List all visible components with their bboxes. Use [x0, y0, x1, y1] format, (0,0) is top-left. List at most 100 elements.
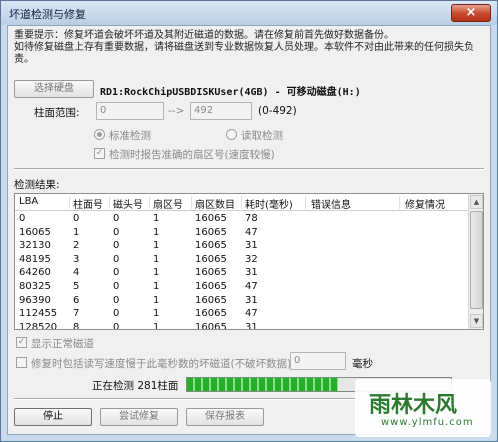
table-cell: 16065	[195, 226, 227, 238]
scroll-down-icon[interactable]: ▼	[470, 314, 483, 328]
scroll-thumb[interactable]	[470, 211, 483, 309]
section-divider	[14, 168, 484, 170]
table-cell: 80325	[19, 280, 51, 292]
results-table-body: 0 0 0 1 16065 78 16065 1 0 1 16065 47 32130 2 0 1 16065 3…	[15, 212, 469, 330]
watermark-url: www.ylmfu.com	[381, 417, 474, 428]
save-report-button[interactable]: 保存报表	[186, 408, 264, 426]
table-row[interactable]: 32130 2 0 1 16065 31	[15, 239, 469, 253]
table-cell: 128520	[19, 321, 58, 330]
site-watermark: 雨林木风 www.ylmfu.com	[355, 379, 491, 437]
table-cell: 0	[113, 280, 120, 292]
table-cell: 1	[153, 321, 160, 330]
ms-unit-label: 毫秒	[352, 358, 373, 370]
show-normal-checkbox[interactable]: ✓	[16, 337, 27, 348]
status-text: 正在检测 281柱面	[92, 380, 179, 392]
standard-check-label: 标准检测	[109, 130, 151, 142]
table-cell: 3	[73, 253, 80, 265]
read-check-radio[interactable]	[226, 129, 237, 140]
table-cell: 7	[73, 308, 80, 320]
table-cell: 8	[73, 321, 80, 330]
table-cell: 16065	[195, 308, 227, 320]
table-cell: 96390	[19, 294, 51, 306]
notice-line-3: 责。	[14, 54, 34, 65]
col-header-head[interactable]: 磁头号	[113, 196, 143, 211]
table-cell: 1	[153, 267, 160, 279]
table-cell: 1	[153, 280, 160, 292]
table-cell: 31	[245, 240, 258, 252]
cylinder-from-input[interactable]: 0	[96, 102, 164, 120]
table-row[interactable]: 96390 6 0 1 16065 31	[15, 294, 469, 308]
read-check-label: 读取检测	[241, 130, 283, 142]
table-cell: 5	[73, 280, 80, 292]
repair-slow-label: 修复时包括读写速度慢于此毫秒数的坏磁道(不破坏数据):	[31, 358, 295, 370]
table-cell: 6	[73, 294, 80, 306]
notice-line-2: 如待修复磁盘上存有重要数据，请将磁盘送到专业数据恢复人员处理。本软件不对由此带来…	[14, 42, 474, 53]
results-scrollbar[interactable]: ▲ ▼	[468, 194, 483, 329]
standard-check-radio[interactable]	[94, 129, 105, 140]
table-cell: 1	[73, 226, 80, 238]
table-row[interactable]: 16065 1 0 1 16065 47	[15, 226, 469, 240]
table-cell: 0	[113, 240, 120, 252]
table-cell: 0	[113, 213, 120, 224]
warning-notice: 重要提示：修复坏道会破坏坏道及其附近磁道的数据。请在修复前首先做好数据备份。 如…	[14, 30, 484, 66]
table-cell: 47	[245, 226, 258, 238]
table-cell: 16065	[195, 240, 227, 252]
report-sector-checkbox[interactable]: ✓	[94, 148, 105, 159]
close-button[interactable]: ×	[451, 4, 491, 22]
table-row[interactable]: 64260 4 0 1 16065 31	[15, 266, 469, 280]
table-cell: 1	[153, 294, 160, 306]
table-cell: 31	[245, 321, 258, 330]
table-cell: 0	[113, 294, 120, 306]
table-cell: 47	[245, 280, 258, 292]
table-row[interactable]: 128520 8 0 1 16065 31	[15, 321, 469, 330]
table-cell: 16065	[195, 253, 227, 265]
table-cell: 16065	[19, 226, 51, 238]
table-cell: 1	[153, 240, 160, 252]
watermark-logo: 雨林木风	[369, 393, 458, 418]
table-cell: 0	[113, 226, 120, 238]
col-header-sector[interactable]: 扇区号	[153, 196, 183, 211]
table-cell: 0	[19, 213, 26, 224]
table-cell: 0	[73, 213, 80, 224]
table-cell: 31	[245, 294, 258, 306]
table-cell: 31	[245, 267, 258, 279]
table-cell: 48195	[19, 253, 51, 265]
slow-threshold-input[interactable]: 0	[290, 352, 346, 370]
dialog-client-area: 重要提示：修复坏道会破坏坏道及其附近磁道的数据。请在修复前首先做好数据备份。 如…	[7, 25, 491, 435]
col-header-error[interactable]: 错误信息	[311, 196, 351, 211]
results-table[interactable]: LBA 柱面号 磁头号 扇区号 扇区数目 耗时(毫秒) 错误信息 修复情况 00…	[14, 193, 484, 330]
table-row[interactable]: 112455 7 0 1 16065 47	[15, 307, 469, 321]
table-cell: 16065	[195, 280, 227, 292]
cylinder-to-input[interactable]: 492	[190, 102, 252, 120]
col-header-sector-count[interactable]: 扇区数目	[195, 196, 235, 211]
scroll-up-icon[interactable]: ▲	[470, 195, 483, 209]
table-cell: 16065	[195, 213, 227, 224]
repair-slow-checkbox[interactable]	[16, 357, 27, 368]
table-cell: 0	[113, 321, 120, 330]
table-cell: 1	[153, 226, 160, 238]
cylinder-range-label: 柱面范围:	[34, 107, 80, 119]
notice-line-1: 重要提示：修复坏道会破坏坏道及其附近磁道的数据。请在修复前首先做好数据备份。	[14, 30, 394, 41]
table-cell: 16065	[195, 294, 227, 306]
select-disk-button[interactable]: 选择硬盘	[14, 80, 94, 98]
col-header-lba[interactable]: LBA	[19, 196, 38, 207]
table-cell: 1	[153, 253, 160, 265]
table-cell: 47	[245, 308, 258, 320]
table-cell: 0	[113, 267, 120, 279]
col-header-time[interactable]: 耗时(毫秒)	[245, 196, 293, 211]
scan-progress-fill	[187, 378, 338, 391]
title-bar[interactable]: 坏道检测与修复 ×	[1, 1, 497, 25]
window-title: 坏道检测与修复	[9, 8, 86, 21]
table-row[interactable]: 0 0 0 1 16065 78	[15, 212, 469, 226]
range-arrow: -->	[168, 105, 185, 117]
try-repair-button[interactable]: 尝试修复	[100, 408, 178, 426]
table-cell: 16065	[195, 267, 227, 279]
table-row[interactable]: 80325 5 0 1 16065 47	[15, 280, 469, 294]
stop-button[interactable]: 停止	[14, 408, 92, 426]
col-header-repair[interactable]: 修复情况	[405, 196, 445, 211]
col-header-cylinder[interactable]: 柱面号	[73, 196, 103, 211]
show-normal-label: 显示正常磁道	[31, 338, 94, 350]
table-row[interactable]: 48195 3 0 1 16065 32	[15, 253, 469, 267]
results-table-header: LBA 柱面号 磁头号 扇区号 扇区数目 耗时(毫秒) 错误信息 修复情况	[15, 194, 469, 211]
report-sector-label: 检测时报告准确的扇区号(速度较慢)	[109, 149, 275, 161]
